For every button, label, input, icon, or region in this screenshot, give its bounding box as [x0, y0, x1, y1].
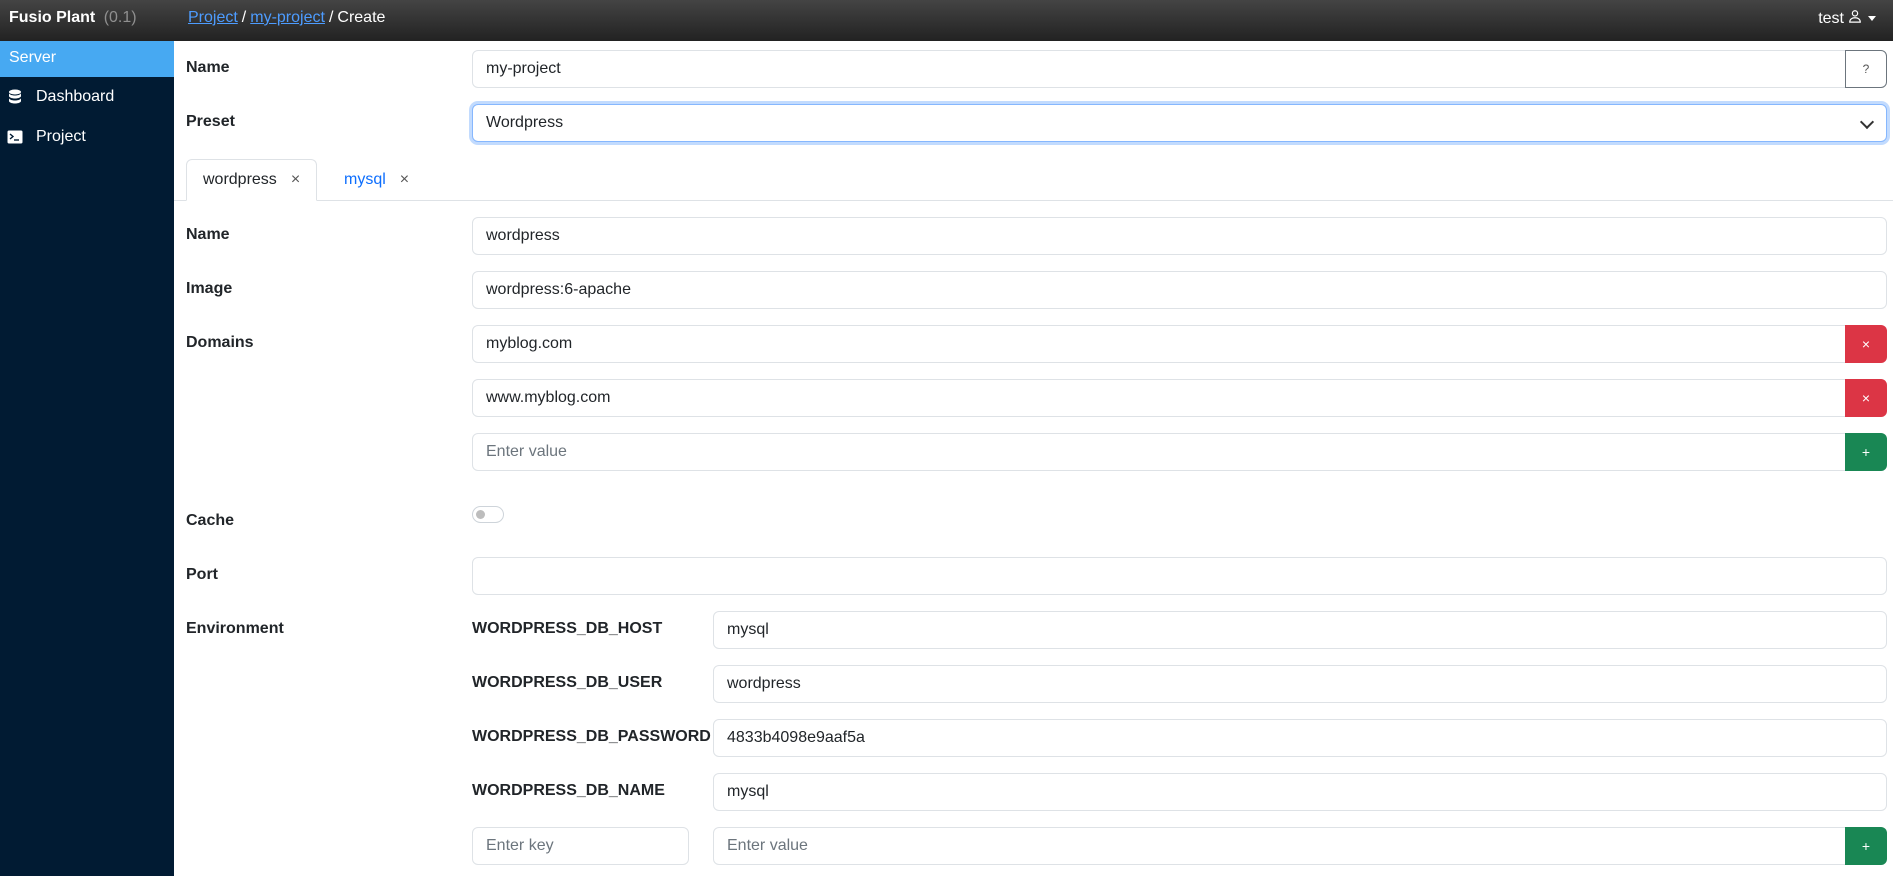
- user-menu-toggle[interactable]: test: [1818, 9, 1876, 28]
- app-version: (0.1): [103, 9, 137, 26]
- sidebar-item-project[interactable]: Project: [0, 117, 174, 157]
- toggle-knob: [476, 510, 485, 519]
- app-brand[interactable]: Fusio Plant (0.1): [9, 9, 137, 27]
- env-value-input[interactable]: mysql: [713, 611, 1887, 649]
- env-key: WORDPRESS_DB_HOST: [472, 620, 663, 637]
- env-value-input[interactable]: wordpress: [713, 665, 1887, 703]
- tab-label: mysql: [344, 171, 386, 188]
- breadcrumb-link-project[interactable]: Project: [188, 9, 238, 26]
- breadcrumb-current: Create: [337, 9, 386, 26]
- chevron-down-icon: [1859, 114, 1875, 130]
- service-name-label: Name: [186, 226, 230, 243]
- project-name-label: Name: [186, 59, 230, 76]
- port-input[interactable]: [472, 557, 1887, 595]
- service-tabs: wordpress × mysql ×: [174, 159, 1893, 201]
- project-name-input[interactable]: my-project: [472, 50, 1846, 88]
- sidebar-item-label: Project: [36, 128, 86, 145]
- image-input[interactable]: wordpress:6-apache: [472, 271, 1887, 309]
- preset-select[interactable]: Wordpress: [472, 104, 1887, 142]
- sidebar-item-dashboard[interactable]: Dashboard: [0, 77, 174, 117]
- help-button[interactable]: ?: [1845, 50, 1887, 88]
- terminal-icon: [6, 128, 24, 146]
- tab-mysql[interactable]: mysql ×: [328, 159, 425, 201]
- preset-selected-value: Wordpress: [486, 114, 564, 131]
- close-icon[interactable]: ×: [400, 171, 409, 189]
- env-key: WORDPRESS_DB_PASSWORD: [472, 728, 711, 745]
- breadcrumb-link-my-project[interactable]: my-project: [250, 9, 325, 26]
- image-label: Image: [186, 280, 233, 297]
- new-env-value-input[interactable]: Enter value: [713, 827, 1846, 865]
- environment-label: Environment: [186, 620, 284, 637]
- person-icon: [1848, 9, 1862, 28]
- tab-label: wordpress: [203, 171, 277, 188]
- sidebar: Server Dashboard Project: [0, 41, 174, 876]
- preset-label: Preset: [186, 113, 235, 130]
- app-title[interactable]: Fusio Plant: [9, 9, 95, 26]
- top-navbar: Fusio Plant (0.1) Project / my-project / Cre…: [0, 0, 1893, 41]
- sidebar-item-label: Dashboard: [36, 88, 115, 105]
- breadcrumb: Project / my-project / Create: [188, 9, 385, 27]
- add-domain-button[interactable]: +: [1845, 433, 1887, 471]
- user-name: test: [1818, 9, 1844, 27]
- cache-label: Cache: [186, 512, 235, 529]
- close-icon[interactable]: ×: [291, 171, 300, 189]
- caret-down-icon: [1868, 16, 1876, 21]
- remove-domain-button[interactable]: ×: [1845, 325, 1887, 363]
- database-icon: [6, 88, 24, 106]
- new-env-key-input[interactable]: Enter key: [472, 827, 689, 865]
- domain-input[interactable]: www.myblog.com: [472, 379, 1846, 417]
- project-form: Name my-project ? Preset Wordpress wordp…: [174, 41, 1893, 876]
- env-key: WORDPRESS_DB_NAME: [472, 782, 665, 799]
- env-value-input[interactable]: mysql: [713, 773, 1887, 811]
- remove-domain-button[interactable]: ×: [1845, 379, 1887, 417]
- breadcrumb-separator: /: [241, 9, 247, 26]
- add-env-button[interactable]: +: [1845, 827, 1887, 865]
- cache-toggle[interactable]: [472, 506, 504, 523]
- tab-wordpress[interactable]: wordpress ×: [186, 159, 318, 201]
- env-value-input[interactable]: 4833b4098e9aaf5a: [713, 719, 1887, 757]
- breadcrumb-separator: /: [328, 9, 334, 26]
- env-key: WORDPRESS_DB_USER: [472, 674, 663, 691]
- domains-label: Domains: [186, 334, 254, 351]
- service-name-input[interactable]: wordpress: [472, 217, 1887, 255]
- port-label: Port: [186, 566, 218, 583]
- domain-input[interactable]: myblog.com: [472, 325, 1846, 363]
- sidebar-header-server[interactable]: Server: [0, 41, 174, 77]
- new-domain-input[interactable]: Enter value: [472, 433, 1846, 471]
